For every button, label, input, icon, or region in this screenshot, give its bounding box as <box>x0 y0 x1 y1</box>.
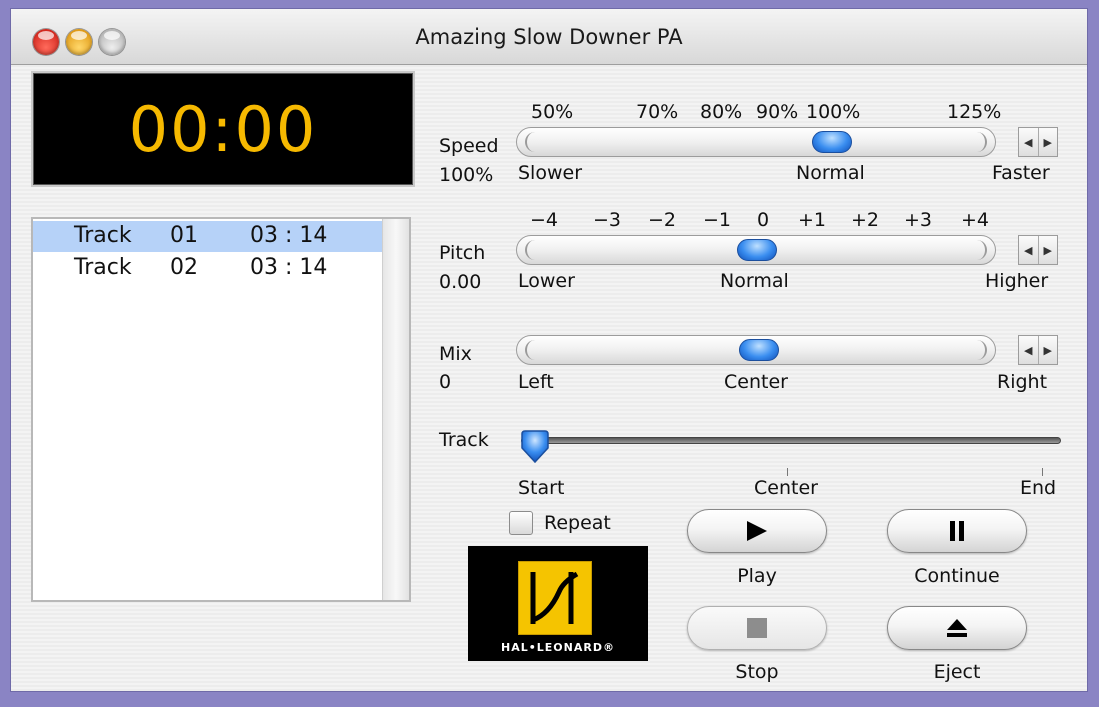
mix-slider[interactable] <box>516 335 996 365</box>
play-button[interactable] <box>687 509 827 553</box>
speed-value: 100% <box>439 164 494 186</box>
window-title: Amazing Slow Downer PA <box>415 25 683 49</box>
step-right-icon[interactable]: ▶ <box>1037 128 1058 156</box>
pitch-lower-label: Lower <box>518 270 575 292</box>
pitch-scale-plus4: +4 <box>961 209 990 231</box>
speed-scale-100: 100% <box>806 101 861 123</box>
track-number: 01 <box>170 223 198 248</box>
step-right-icon[interactable]: ▶ <box>1037 336 1058 364</box>
play-icon <box>747 521 767 541</box>
speed-label: Speed <box>439 135 499 157</box>
track-position-knob[interactable] <box>519 430 551 464</box>
pitch-normal-label: Normal <box>720 270 789 292</box>
track-end-label: End <box>1020 477 1057 499</box>
track-row[interactable]: Track 02 03 : 14 <box>33 253 385 284</box>
play-label: Play <box>737 565 777 587</box>
speed-stepper[interactable]: ◀ ▶ <box>1018 127 1058 157</box>
track-position-label: Track <box>439 429 489 451</box>
pitch-scale-minus3: −3 <box>593 209 622 231</box>
logo-h-icon <box>530 571 579 624</box>
pitch-scale-plus3: +3 <box>904 209 933 231</box>
pitch-higher-label: Higher <box>985 270 1049 292</box>
track-position-slider[interactable] <box>521 437 1061 444</box>
pitch-scale-minus4: −4 <box>530 209 559 231</box>
speed-slower-label: Slower <box>518 162 583 184</box>
pitch-value: 0.00 <box>439 271 482 293</box>
track-name: Track <box>74 255 132 280</box>
track-end-tick <box>1042 468 1043 476</box>
step-left-icon[interactable]: ◀ <box>1019 236 1038 264</box>
pitch-slider[interactable] <box>516 235 996 265</box>
step-left-icon[interactable]: ◀ <box>1019 128 1038 156</box>
track-center-label: Center <box>754 477 818 499</box>
continue-label: Continue <box>914 565 1000 587</box>
eject-button[interactable] <box>887 606 1027 650</box>
track-number: 02 <box>170 255 198 280</box>
track-row[interactable]: Track 01 03 : 14 <box>33 221 385 252</box>
mix-label: Mix <box>439 343 472 365</box>
speed-slider-knob[interactable] <box>812 131 852 153</box>
speed-slider[interactable] <box>516 127 996 157</box>
track-list-scrollbar[interactable] <box>382 219 409 600</box>
track-duration: 03 : 14 <box>250 255 328 280</box>
pitch-slider-knob[interactable] <box>737 239 777 261</box>
step-left-icon[interactable]: ◀ <box>1019 336 1038 364</box>
repeat-label[interactable]: Repeat <box>544 512 611 534</box>
speed-scale-125: 125% <box>947 101 1002 123</box>
pause-icon <box>950 521 964 541</box>
speed-scale-80: 80% <box>700 101 743 123</box>
pitch-scale-minus2: −2 <box>648 209 677 231</box>
track-duration: 03 : 14 <box>250 223 328 248</box>
pitch-stepper[interactable]: ◀ ▶ <box>1018 235 1058 265</box>
stop-icon <box>747 618 767 638</box>
logo-brand-text: HAL•LEONARD® <box>501 641 615 654</box>
track-name: Track <box>74 223 132 248</box>
speed-normal-label: Normal <box>796 162 865 184</box>
mix-center-label: Center <box>724 371 788 393</box>
continue-button[interactable] <box>887 509 1027 553</box>
pitch-label: Pitch <box>439 242 486 264</box>
mix-right-label: Right <box>997 371 1048 393</box>
speed-scale-50: 50% <box>531 101 574 123</box>
mix-value: 0 <box>439 371 452 393</box>
pitch-scale-plus1: +1 <box>798 209 827 231</box>
pitch-scale-0: 0 <box>757 209 770 231</box>
app-window: Amazing Slow Downer PA 00:00 Track 01 03… <box>10 8 1088 692</box>
pitch-scale-plus2: +2 <box>851 209 880 231</box>
time-display: 00:00 <box>31 71 415 187</box>
speed-scale-90: 90% <box>756 101 799 123</box>
pitch-scale-minus1: −1 <box>703 209 732 231</box>
eject-label: Eject <box>933 661 981 683</box>
stop-label: Stop <box>735 661 779 683</box>
track-list[interactable]: Track 01 03 : 14 Track 02 03 : 14 <box>31 217 411 602</box>
mix-slider-knob[interactable] <box>739 339 779 361</box>
stop-button[interactable] <box>687 606 827 650</box>
logo-mark <box>518 561 592 635</box>
mix-left-label: Left <box>518 371 554 393</box>
track-start-label: Start <box>518 477 565 499</box>
hal-leonard-logo: HAL•LEONARD® <box>468 546 648 661</box>
speed-faster-label: Faster <box>992 162 1050 184</box>
speed-scale-70: 70% <box>636 101 679 123</box>
repeat-checkbox[interactable] <box>509 511 533 535</box>
title-bar[interactable]: Amazing Slow Downer PA <box>11 9 1087 65</box>
track-center-tick <box>787 468 788 476</box>
mix-stepper[interactable]: ◀ ▶ <box>1018 335 1058 365</box>
eject-icon <box>947 619 967 637</box>
step-right-icon[interactable]: ▶ <box>1037 236 1058 264</box>
